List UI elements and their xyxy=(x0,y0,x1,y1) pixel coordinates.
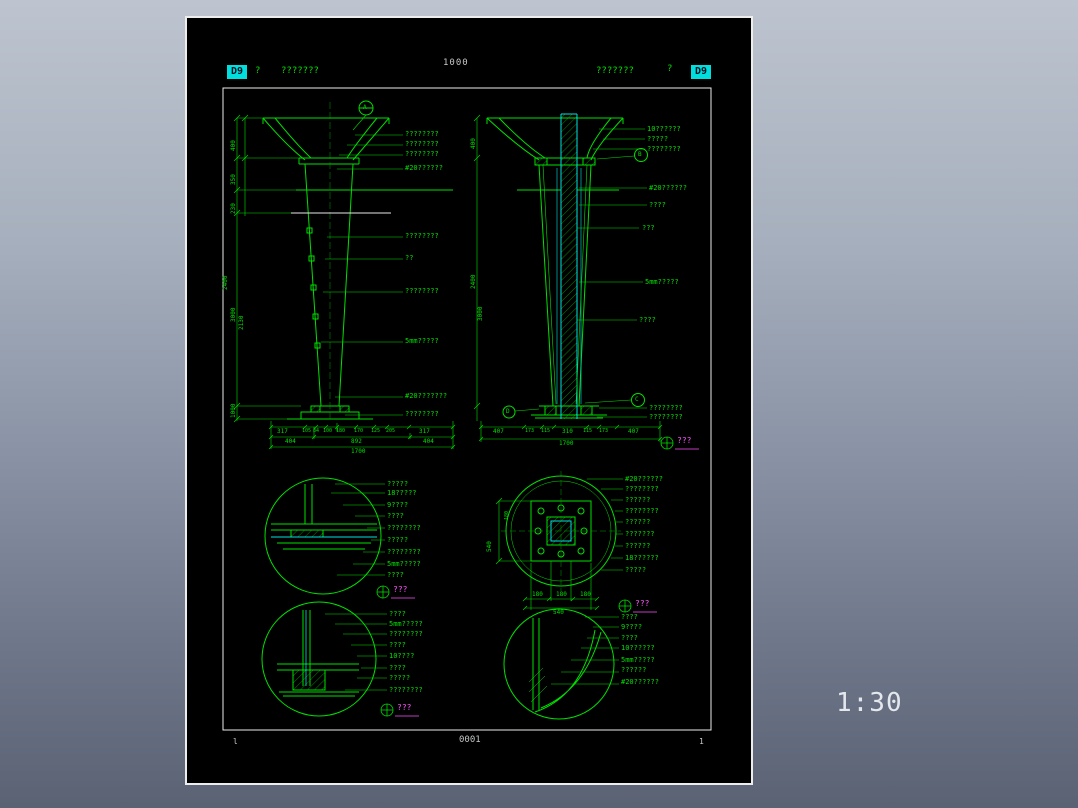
callout-markers xyxy=(376,436,674,717)
left-elevation-lines xyxy=(262,100,453,420)
scale-label: 1:30 xyxy=(836,688,903,718)
detail-bottom-right-lines xyxy=(503,608,615,720)
footer-mark-left: l xyxy=(233,737,238,746)
detail-top-left-lines xyxy=(264,477,382,595)
cad-drawing xyxy=(222,87,712,731)
inner-frame xyxy=(222,87,712,731)
title-text-right: ??????? xyxy=(596,66,634,76)
callout-underlines xyxy=(391,448,699,717)
title-text-left: ??????? xyxy=(281,66,319,76)
detail-bottom-right-leaders xyxy=(551,616,619,685)
title-mark-left: ? xyxy=(255,66,261,76)
footer-mark-right: 1 xyxy=(699,737,704,746)
footer-number: 0001 xyxy=(459,735,481,745)
desktop-background: ???????????????????????? #20?????????????… xyxy=(0,0,1078,808)
detail-bottom-left-leaders xyxy=(325,613,387,691)
cad-sheet: ???????????????????????? #20?????????????… xyxy=(185,16,753,785)
title-mark-right: ? xyxy=(667,64,673,74)
left-elevation-leaders xyxy=(233,114,456,450)
title-code-right: D9 xyxy=(691,65,711,79)
title-number-top: 1000 xyxy=(443,58,469,68)
title-code-left: D9 xyxy=(227,65,247,79)
core-hatch xyxy=(561,114,577,419)
detail-bottom-left-lines xyxy=(261,601,377,717)
